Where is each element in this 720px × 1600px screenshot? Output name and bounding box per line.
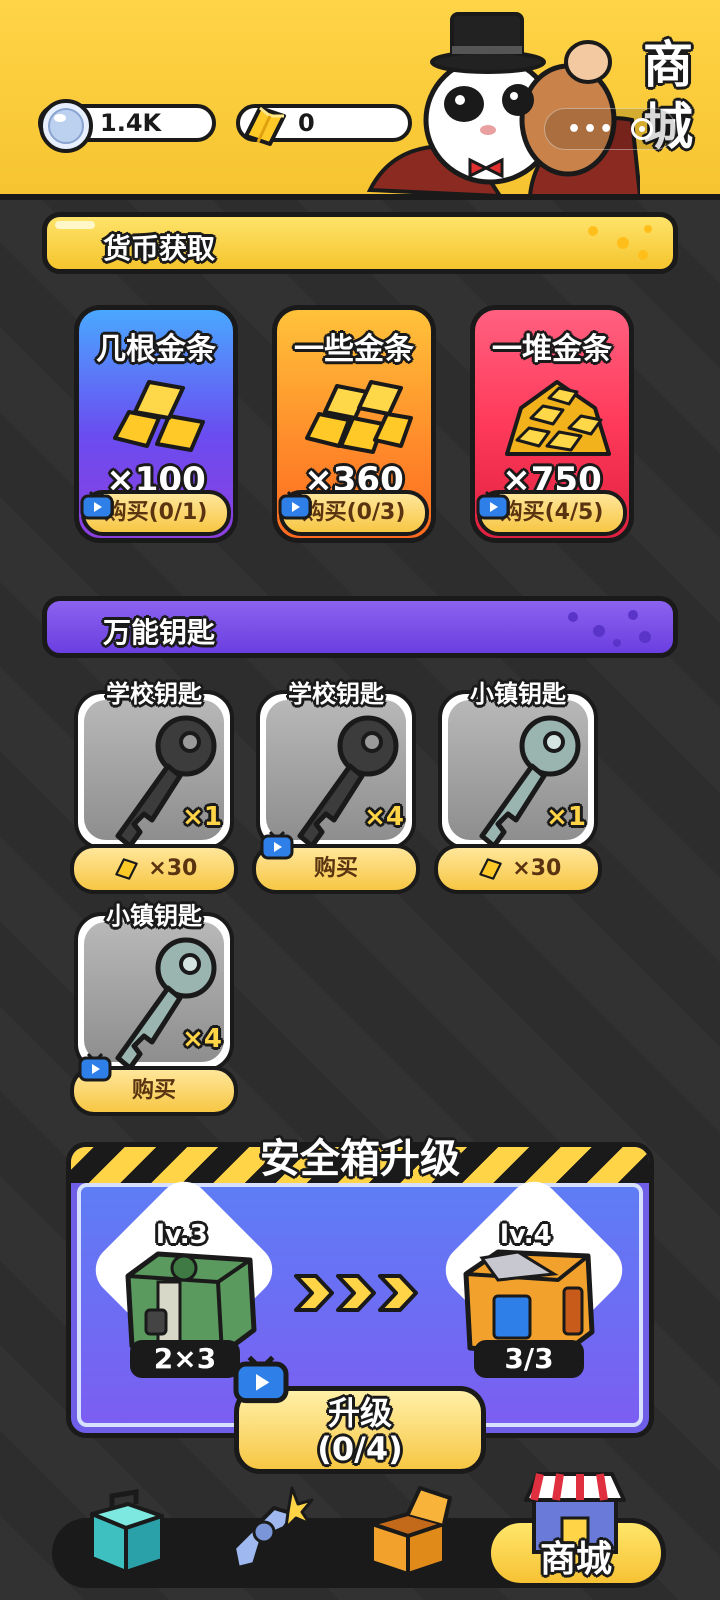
gold-bar-icon: [244, 106, 286, 146]
close-miniprogram-icon[interactable]: [631, 118, 654, 140]
upgrade-button-progress: (0/4): [317, 1430, 403, 1468]
key-quantity: ×4: [182, 1024, 222, 1054]
gold-bar-icon: [114, 858, 138, 880]
key-item-card[interactable]: 学校钥匙 ×1 ×30: [70, 680, 238, 894]
more-menu-button[interactable]: •••: [567, 117, 615, 142]
revolver-icon[interactable]: [214, 1478, 314, 1578]
currency-section-header: 货币获取: [42, 212, 678, 274]
diamond-value: 1.4K: [100, 109, 162, 137]
toolbox-icon[interactable]: [72, 1478, 172, 1578]
key-title: 小镇钥匙: [470, 680, 566, 708]
shine-decoration: [55, 221, 95, 229]
next-capacity: 3/3: [474, 1340, 584, 1378]
video-ad-icon: [260, 830, 294, 860]
video-ad-icon: [80, 490, 114, 520]
video-ad-icon: [476, 490, 510, 520]
hamster-mascot-icon: [366, 12, 640, 196]
gold-bars-small-icon: [113, 380, 205, 452]
video-ad-icon: [78, 1052, 112, 1082]
key-item-card[interactable]: 小镇钥匙 ×1 ×30: [434, 680, 602, 894]
nav-shop-label: 商城: [539, 1539, 612, 1580]
video-ad-icon: [233, 1355, 289, 1404]
key-price: ×30: [512, 856, 562, 881]
currency-section-title: 货币获取: [103, 232, 216, 265]
gold-bars-medium-icon: [305, 380, 413, 454]
keys-section-header: 万能钥匙: [42, 596, 678, 658]
diamond-counter[interactable]: 1.4K: [38, 99, 216, 153]
video-ad-icon: [278, 490, 312, 520]
gold-bars-pile-icon: [505, 380, 611, 456]
key-price: 购买: [131, 1078, 176, 1103]
pack-title: 一堆金条: [492, 332, 612, 367]
gold-bar-icon: [478, 858, 502, 880]
key-title: 学校钥匙: [106, 680, 202, 708]
key-quantity: ×4: [364, 802, 404, 832]
keys-section-title: 万能钥匙: [103, 616, 216, 649]
top-header: 1.4K 0 商 城 •••: [0, 0, 720, 200]
key-title: 小镇钥匙: [106, 902, 202, 930]
mini-program-capsule: •••: [544, 108, 676, 150]
current-capacity: 2×3: [130, 1340, 240, 1378]
shop-title-char-1: 商: [643, 36, 693, 94]
open-box-icon[interactable]: [358, 1478, 458, 1578]
pack-title: 几根金条: [96, 332, 216, 367]
dots-decoration: [588, 225, 652, 260]
gold-value: 0: [298, 109, 315, 137]
key-price: ×30: [148, 856, 198, 881]
upgrade-arrows-icon: [294, 1274, 418, 1312]
key-buy-button[interactable]: ×30: [70, 844, 238, 894]
key-item-card[interactable]: 学校钥匙 ×4 购买: [252, 680, 420, 894]
key-quantity: ×1: [546, 802, 586, 832]
dots-decoration: [568, 610, 651, 647]
upgrade-title: 安全箱升级: [260, 1136, 460, 1182]
diamond-coin-icon: [39, 99, 93, 153]
key-buy-button[interactable]: ×30: [434, 844, 602, 894]
key-quantity: ×1: [182, 802, 222, 832]
key-price: 购买: [313, 856, 358, 881]
key-title: 学校钥匙: [288, 680, 384, 708]
key-item-card[interactable]: 小镇钥匙 ×4 购买: [70, 902, 238, 1116]
pack-title: 一些金条: [294, 332, 414, 367]
